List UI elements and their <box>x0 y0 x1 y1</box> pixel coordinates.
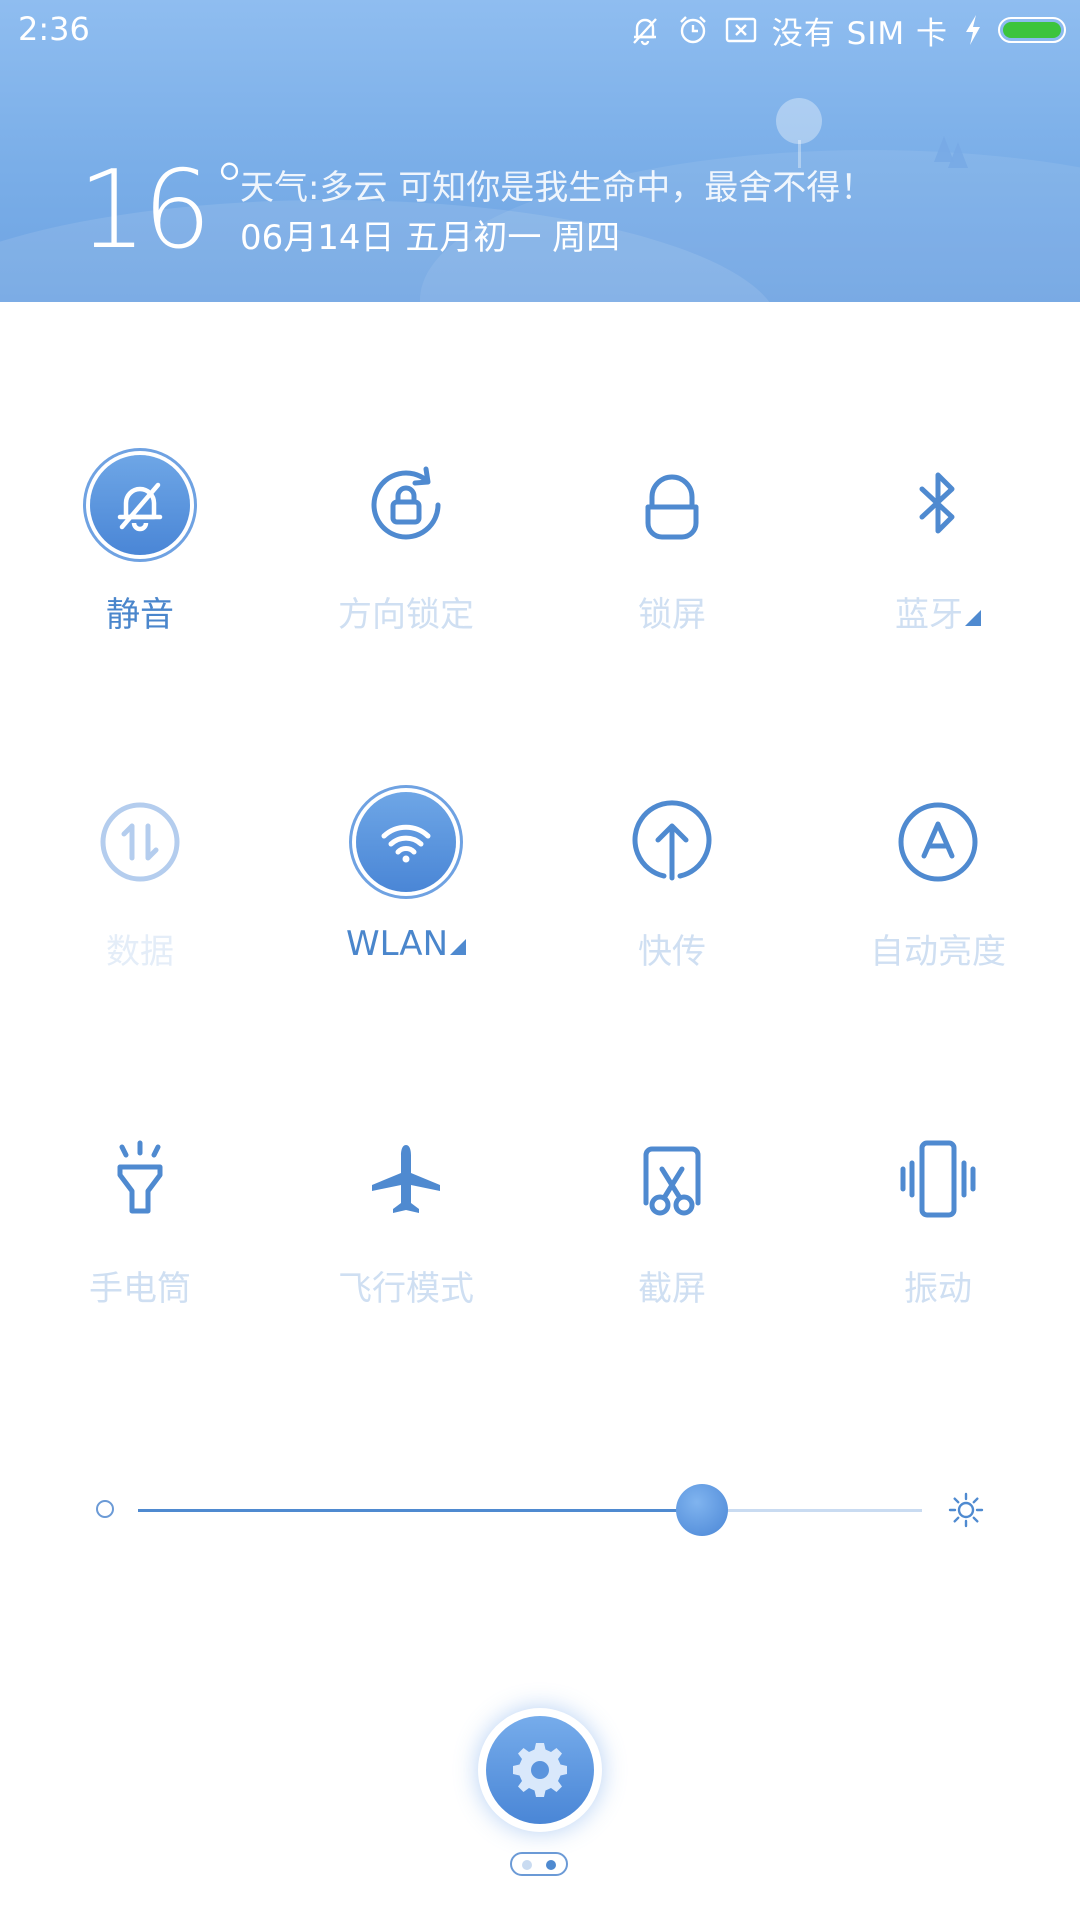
tree-decoration <box>776 98 822 144</box>
date-line: 06月14日 五月初一 周四 <box>240 218 621 258</box>
airplane-icon <box>372 1145 440 1213</box>
toggle-label: 静音 <box>106 595 174 635</box>
bluetooth-icon <box>919 472 955 534</box>
toggle-quick-transfer[interactable]: 快传 <box>557 792 787 1012</box>
toggle-rotation-lock[interactable]: 方向锁定 <box>291 455 521 675</box>
toggle-auto-brightness[interactable]: 自动亮度 <box>823 792 1053 1012</box>
temperature: 16° <box>78 148 245 273</box>
pine-decoration <box>948 142 968 168</box>
expand-indicator-icon <box>965 610 981 626</box>
brightness-high-icon <box>948 1492 984 1528</box>
toggle-label-text: 蓝牙 <box>895 595 963 635</box>
toggle-label: 飞行模式 <box>338 1269 474 1309</box>
brightness-slider-handle[interactable] <box>676 1484 729 1536</box>
mute-bell-icon <box>632 18 657 46</box>
expand-indicator-icon <box>450 939 467 955</box>
toggle-mobile-data[interactable]: 数据 <box>25 792 255 1012</box>
mute-bell-icon <box>90 455 190 555</box>
no-sim-icon <box>725 17 756 43</box>
brightness-slider-fill <box>138 1509 703 1512</box>
charging-bolt-icon <box>966 15 980 45</box>
status-bar: 2:36 没有 SIM 卡 <box>0 0 1080 62</box>
weather-header: 2:36 没有 SIM 卡 16° 天气:多云 可知你是我生命中，最舍不得！ 0… <box>0 0 1080 302</box>
degree-symbol: ° <box>213 151 245 225</box>
page-dot <box>522 1860 532 1870</box>
toggle-mute[interactable]: 静音 <box>25 455 255 675</box>
toggle-label: 快传 <box>638 932 706 972</box>
toggle-label-text: WLAN <box>345 924 449 964</box>
toggle-label: WLAN <box>291 924 521 964</box>
toggle-screenshot[interactable]: 截屏 <box>557 1129 787 1349</box>
toggle-label: 截屏 <box>638 1269 706 1309</box>
auto-brightness-icon <box>898 802 978 882</box>
wifi-icon <box>356 792 456 892</box>
toggle-label: 振动 <box>904 1269 972 1309</box>
mobile-data-icon <box>100 802 180 882</box>
toggle-label: 蓝牙 <box>823 587 1053 636</box>
toggle-label: 方向锁定 <box>338 595 474 635</box>
weather-description: 天气:多云 可知你是我生命中，最舍不得！ <box>240 168 875 208</box>
rotation-lock-icon <box>371 466 441 540</box>
toggle-label: 自动亮度 <box>870 932 1006 972</box>
lock-icon <box>645 474 699 540</box>
toggle-label: 锁屏 <box>638 595 706 635</box>
toggle-airplane-mode[interactable]: 飞行模式 <box>291 1129 521 1349</box>
toggle-vibrate[interactable]: 振动 <box>823 1129 1053 1349</box>
toggle-bluetooth[interactable]: 蓝牙 <box>823 455 1053 675</box>
gear-icon <box>513 1743 567 1797</box>
brightness-slider[interactable] <box>138 1509 922 1512</box>
toggle-label: 数据 <box>106 932 174 972</box>
vibrate-icon <box>900 1140 976 1218</box>
toggle-label: 手电筒 <box>89 1269 191 1309</box>
carrier-text: 没有 SIM 卡 <box>771 15 948 52</box>
alarm-icon <box>679 16 706 44</box>
quick-transfer-icon <box>632 800 712 881</box>
page-dot-active <box>546 1860 556 1870</box>
toggle-flashlight[interactable]: 手电筒 <box>25 1129 255 1349</box>
settings-button[interactable] <box>478 1708 602 1832</box>
page-indicator <box>510 1852 568 1876</box>
temperature-value: 16 <box>78 148 211 273</box>
toggle-lock-screen[interactable]: 锁屏 <box>557 455 787 675</box>
brightness-low-icon <box>96 1500 114 1518</box>
status-time: 2:36 <box>18 10 90 48</box>
toggle-wlan[interactable]: WLAN <box>291 792 521 1012</box>
battery-fill <box>1003 22 1061 38</box>
battery-icon <box>998 17 1066 43</box>
flashlight-icon <box>117 1140 163 1214</box>
screenshot-icon <box>643 1146 701 1216</box>
